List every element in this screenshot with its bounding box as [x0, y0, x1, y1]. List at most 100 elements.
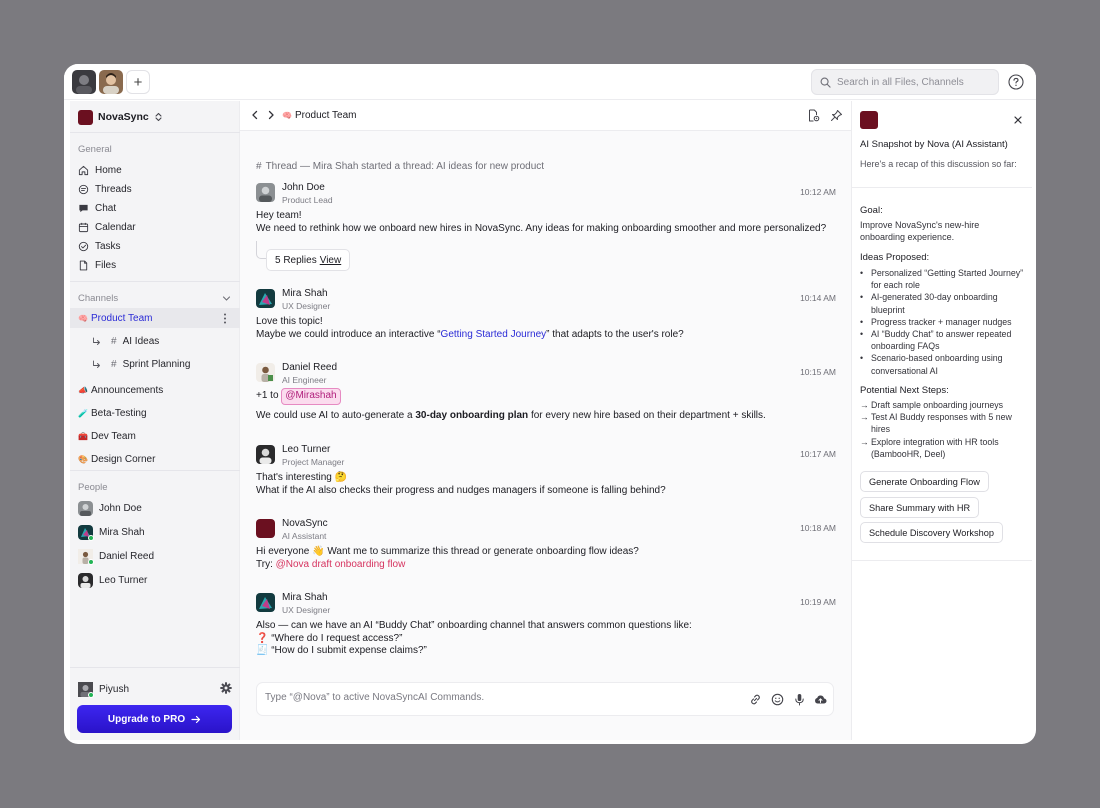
- file-settings-icon[interactable]: [807, 109, 820, 122]
- channel-beta-testing[interactable]: 🧪 Beta-Testing: [78, 405, 147, 421]
- channel-emoji: 📣: [78, 385, 88, 395]
- top-bar: +: [64, 64, 1036, 100]
- link-icon[interactable]: [749, 693, 762, 706]
- hash-icon: #: [111, 335, 117, 347]
- divider: [70, 470, 240, 471]
- channel-design-corner[interactable]: 🎨 Design Corner: [78, 451, 155, 467]
- message-author: Daniel Reed: [282, 362, 338, 373]
- history-nav: [250, 110, 276, 120]
- search-input[interactable]: [837, 76, 987, 88]
- list-item-text: AI “Buddy Chat” to answer repeated onboa…: [871, 329, 1012, 352]
- person-leo-turner[interactable]: Leo Turner: [78, 571, 147, 589]
- person-mira-shah[interactable]: Mira Shah: [78, 523, 145, 541]
- nav-item-tasks[interactable]: Tasks: [78, 238, 121, 254]
- chevron-down-icon[interactable]: [222, 295, 231, 302]
- message-line: What if the AI also checks their progres…: [256, 484, 666, 496]
- replies-view-link[interactable]: View: [320, 255, 342, 266]
- avatar: [78, 548, 94, 565]
- person-daniel-reed[interactable]: Daniel Reed: [78, 547, 154, 565]
- ideas-heading: Ideas Proposed:: [860, 252, 930, 263]
- chevron-left-icon[interactable]: [250, 110, 260, 120]
- mention-mirashah[interactable]: @Mirashah: [281, 388, 341, 405]
- avatar: [256, 593, 275, 612]
- subchannel-sprint-planning[interactable]: # Sprint Planning: [92, 356, 190, 372]
- panel-title: AI Snapshot by Nova (AI Assistant): [860, 139, 1008, 150]
- close-icon[interactable]: [1014, 116, 1022, 124]
- avatar: [78, 524, 94, 541]
- message-author-role: AI Assistant: [282, 531, 327, 541]
- goal-text: Improve NovaSync's new-hire onboarding e…: [860, 220, 980, 242]
- channel-title-text: Product Team: [294, 110, 357, 121]
- nav-item-label: Threads: [95, 183, 132, 195]
- chevron-right-icon[interactable]: [266, 110, 276, 120]
- message-line: That's interesting 🤔: [256, 472, 348, 483]
- message-time: 10:14 AM: [800, 293, 836, 303]
- more-vertical-icon[interactable]: [223, 313, 227, 324]
- message-line: ❓ “Where do I request access?”: [256, 632, 403, 644]
- nav-item-label: Tasks: [95, 240, 121, 252]
- chat-header: 🧠 Product Team: [240, 101, 851, 131]
- divider: [70, 667, 240, 668]
- replies-button[interactable]: 5 Replies View: [266, 249, 351, 271]
- channel-dev-team[interactable]: 🧰 Dev Team: [78, 428, 136, 444]
- person-john-doe[interactable]: John Doe: [78, 499, 142, 517]
- search-bar[interactable]: [811, 69, 999, 95]
- nav-item-files[interactable]: Files: [78, 257, 116, 273]
- workspace-avatar-2[interactable]: [99, 70, 123, 94]
- message-author: Mira Shah: [282, 288, 328, 299]
- nav-item-chat[interactable]: Chat: [78, 200, 116, 216]
- share-summary-hr-button[interactable]: Share Summary with HR: [860, 497, 980, 518]
- generate-onboarding-flow-button[interactable]: Generate Onboarding Flow: [860, 471, 989, 492]
- threads-icon: [78, 184, 89, 194]
- help-icon[interactable]: [1008, 74, 1024, 90]
- current-user[interactable]: Piyush: [78, 681, 129, 698]
- avatar: [256, 519, 275, 538]
- text-fragment: for every new hire based on their depart…: [528, 410, 766, 421]
- message-author: Mira Shah: [282, 592, 328, 603]
- pin-icon[interactable]: [830, 109, 843, 122]
- tasks-icon: [78, 241, 89, 251]
- hash-icon: #: [256, 161, 262, 172]
- calendar-icon: [78, 222, 89, 232]
- message-author-role: AI Engineer: [282, 375, 327, 385]
- nav-item-home[interactable]: Home: [78, 162, 122, 178]
- sidebar: NovaSync General Home Threads Chat Calen…: [70, 101, 240, 740]
- list-item: • Scenario-based onboarding using convers…: [860, 353, 1003, 376]
- section-label-general: General: [78, 144, 112, 155]
- add-workspace-button[interactable]: +: [126, 70, 150, 94]
- bold-text: 30-day onboarding plan: [415, 410, 529, 421]
- nav-item-calendar[interactable]: Calendar: [78, 219, 136, 235]
- message-body: Hey team! We need to rethink how we onbo…: [256, 210, 836, 235]
- workspace-switcher[interactable]: NovaSync: [78, 109, 163, 125]
- schedule-workshop-button[interactable]: Schedule Discovery Workshop: [860, 522, 1003, 543]
- nova-logo: [860, 111, 878, 129]
- message-line: Love this topic!: [256, 316, 323, 327]
- workspace-avatar-1[interactable]: [72, 70, 96, 94]
- text-fragment: Try:: [256, 558, 276, 570]
- subchannel-ai-ideas[interactable]: # AI Ideas: [92, 333, 159, 349]
- avatar: [256, 183, 275, 202]
- emoji-icon[interactable]: [771, 693, 784, 706]
- text-fragment: ” that adapts to the user's role?: [546, 328, 684, 340]
- online-status-dot: [88, 558, 94, 565]
- message-daniel-reed: Daniel Reed AI Engineer 10:15 AM +1 to @…: [256, 362, 836, 425]
- gear-icon[interactable]: [220, 682, 232, 694]
- getting-started-link[interactable]: Getting Started Journey: [441, 329, 547, 340]
- message-line: We could use AI to auto-generate a 30-da…: [256, 410, 836, 423]
- channel-label: Product Team: [90, 312, 153, 324]
- channel-announcements[interactable]: 📣 Announcements: [78, 382, 163, 398]
- channel-title: 🧠 Product Team: [282, 110, 356, 121]
- message-input[interactable]: [265, 692, 735, 703]
- microphone-icon[interactable]: [793, 693, 806, 706]
- channel-product-team[interactable]: 🧠 Product Team: [78, 310, 152, 326]
- message-line: Maybe we could introduce an interactive …: [256, 329, 836, 342]
- message-author: NovaSync: [282, 518, 328, 529]
- channel-emoji: 🧠: [78, 313, 88, 323]
- cloud-upload-icon[interactable]: [814, 693, 827, 706]
- channel-label: Design Corner: [90, 453, 156, 465]
- upgrade-pro-button[interactable]: Upgrade to PRO: [77, 705, 232, 733]
- nova-command-link[interactable]: @Nova draft onboarding flow: [276, 559, 406, 570]
- chat-icon: [79, 204, 88, 212]
- nav-item-threads[interactable]: Threads: [78, 181, 132, 197]
- online-status-dot: [88, 534, 94, 541]
